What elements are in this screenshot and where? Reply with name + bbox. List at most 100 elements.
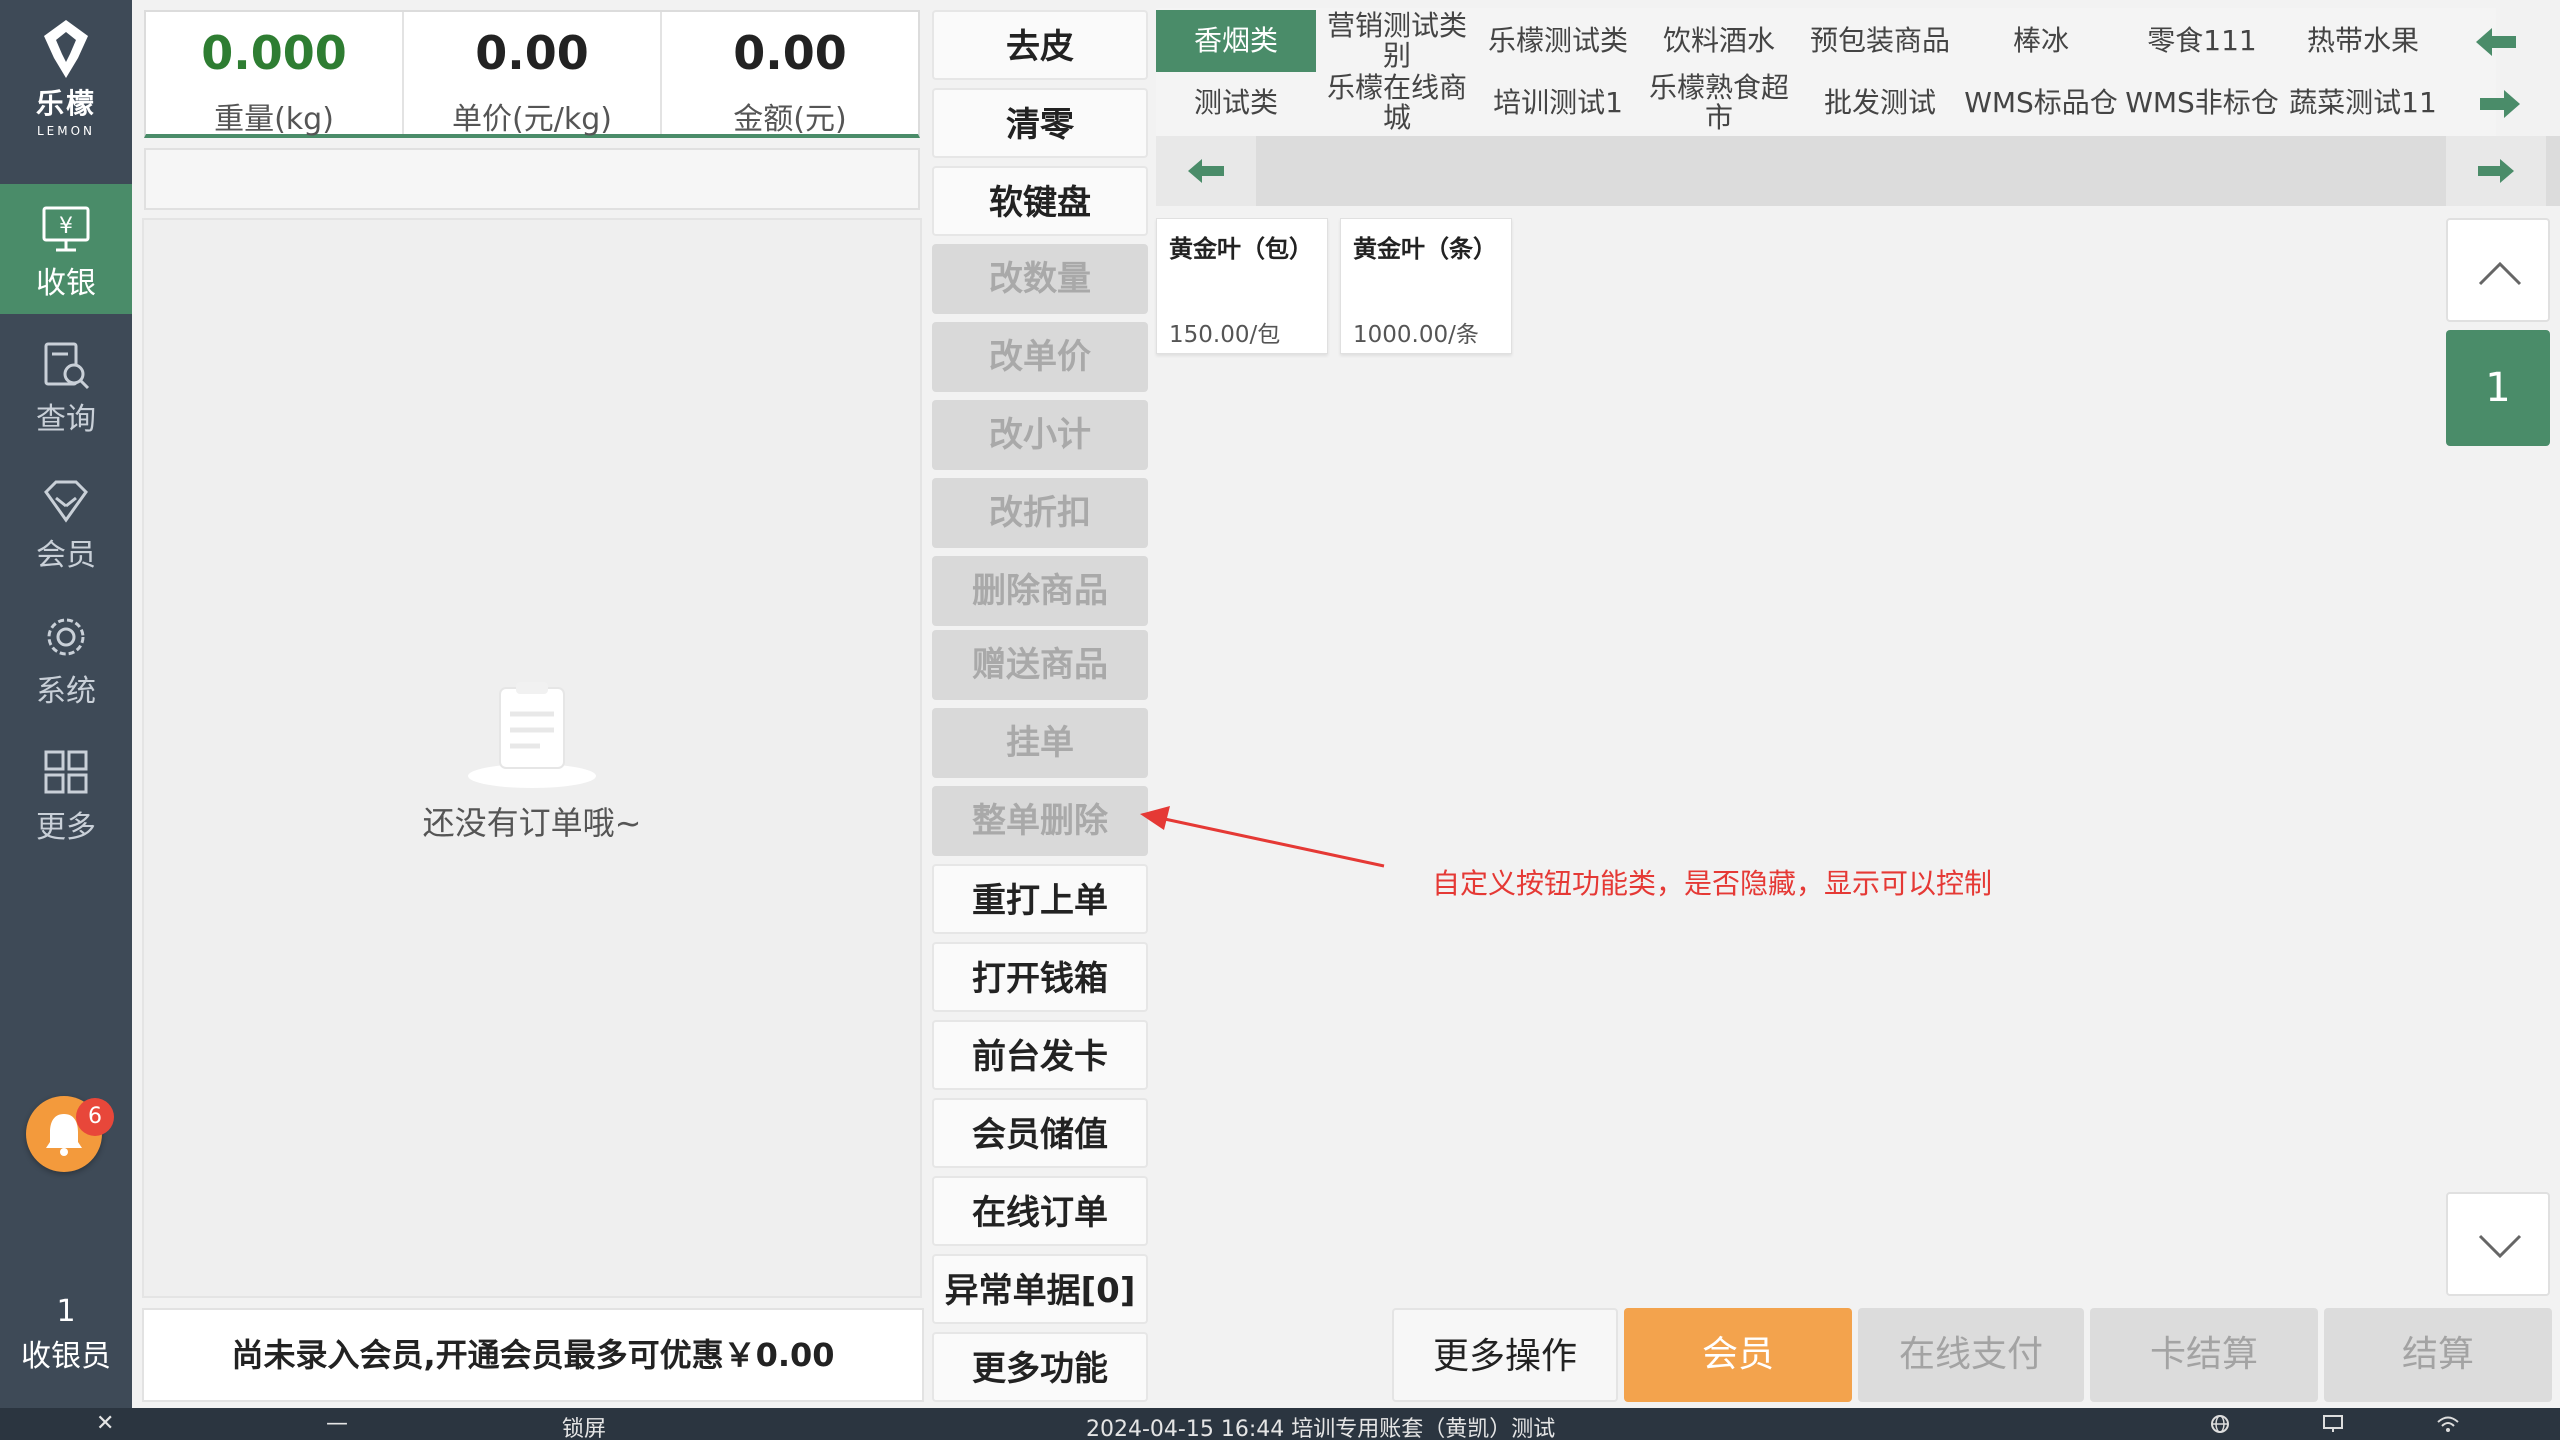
change-discount-button[interactable]: 改折扣	[932, 478, 1148, 548]
more-functions-button[interactable]: 更多功能	[932, 1332, 1148, 1402]
gear-icon	[47, 618, 85, 656]
category-tab[interactable]: 预包装商品	[1800, 10, 1960, 72]
subcategory-next-arrow-icon	[2478, 159, 2514, 183]
weight-label: 重量(kg)	[214, 102, 334, 137]
settle-button[interactable]: 结算	[2324, 1308, 2552, 1402]
category-tab[interactable]: 培训测试1	[1478, 72, 1638, 134]
unit-price-value: 0.00	[475, 26, 589, 80]
online-orders-button[interactable]: 在线订单	[932, 1176, 1148, 1246]
soft-keyboard-button[interactable]: 软键盘	[932, 166, 1148, 236]
current-page: 1	[2446, 330, 2550, 446]
nav-query[interactable]: 查询	[0, 320, 132, 450]
category-tab[interactable]: 测试类	[1156, 72, 1316, 134]
category-prev-arrow-icon[interactable]	[2470, 14, 2526, 70]
subcategory-next-button[interactable]	[2446, 136, 2546, 206]
cashier-info: 1 收银员	[0, 1294, 132, 1375]
category-tab[interactable]: WMS标品仓	[1961, 72, 2121, 134]
category-tab[interactable]: 蔬菜测试11	[2283, 72, 2443, 134]
globe-icon	[2211, 1415, 2229, 1433]
scale-panel: 0.000 重量(kg) 0.00 单价(元/kg) 0.00 金额(元)	[144, 10, 920, 138]
nav-member[interactable]: 会员	[0, 456, 132, 586]
subcategory-prev-button[interactable]	[1156, 136, 1256, 206]
gift-item-button[interactable]: 赠送商品	[932, 630, 1148, 700]
logo-subtitle: LEMON	[36, 124, 96, 138]
category-tab[interactable]: 香烟类	[1156, 10, 1316, 72]
change-subtotal-button[interactable]: 改小计	[932, 400, 1148, 470]
category-tab[interactable]: 营销测试类别	[1317, 10, 1477, 72]
category-tab[interactable]: 批发测试	[1800, 72, 1960, 134]
cashier-number: 1	[56, 1294, 76, 1329]
monitor-icon	[2323, 1415, 2343, 1432]
tare-button[interactable]: 去皮	[932, 10, 1148, 80]
notification-badge: 6	[76, 1098, 114, 1136]
category-tab[interactable]: 乐檬在线商城	[1317, 72, 1477, 134]
page-up-button[interactable]	[2446, 218, 2550, 322]
unit-price-label: 单价(元/kg)	[452, 102, 612, 137]
nav-query-label: 查询	[36, 402, 96, 437]
query-icon	[44, 342, 90, 390]
member-recharge-button[interactable]: 会员储值	[932, 1098, 1148, 1168]
minimize-icon[interactable]: —	[326, 1411, 348, 1436]
empty-order-icon	[468, 682, 596, 788]
delete-item-button[interactable]: 删除商品	[932, 556, 1148, 626]
weight-cell: 0.000 重量(kg)	[146, 12, 404, 137]
subcategory-bar	[1156, 136, 2560, 206]
cashier-icon: ¥	[42, 206, 90, 252]
category-tab[interactable]: 零食111	[2122, 10, 2282, 72]
grid-icon	[44, 750, 88, 794]
nav-more[interactable]: 更多	[0, 728, 132, 858]
change-unit-price-button[interactable]: 改单价	[932, 322, 1148, 392]
member-tip-bar[interactable]: 尚未录入会员,开通会员最多可优惠￥0.00	[142, 1308, 924, 1402]
status-bar: ✕ — 锁屏 2024-04-15 16:44 培训专用账套（黄凯）测试	[0, 1408, 2560, 1440]
wifi-icon	[2437, 1416, 2459, 1432]
cashier-label: 收银员	[21, 1339, 111, 1374]
hold-order-button[interactable]: 挂单	[932, 708, 1148, 778]
product-price: 150.00/包	[1169, 322, 1281, 348]
category-next-arrow-icon[interactable]	[2470, 76, 2526, 132]
exception-docs-button[interactable]: 异常单据[0]	[932, 1254, 1148, 1324]
lock-screen-button[interactable]: 锁屏	[562, 1411, 606, 1440]
reprint-last-button[interactable]: 重打上单	[932, 864, 1148, 934]
more-actions-button[interactable]: 更多操作	[1392, 1308, 1618, 1402]
zero-button[interactable]: 清零	[932, 88, 1148, 158]
nav-cashier[interactable]: ¥ 收银	[0, 184, 132, 314]
status-info: 2024-04-15 16:44 培训专用账套（黄凯）测试	[1086, 1417, 1556, 1440]
nav-system[interactable]: 系统	[0, 592, 132, 722]
issue-card-button[interactable]: 前台发卡	[932, 1020, 1148, 1090]
chevron-down-icon	[2478, 1234, 2522, 1259]
online-pay-button[interactable]: 在线支付	[1858, 1308, 2084, 1402]
category-tab[interactable]: WMS非标仓	[2122, 72, 2282, 134]
barcode-input[interactable]	[146, 150, 918, 208]
empty-order-text: 还没有订单哦~	[422, 804, 642, 842]
unit-price-cell: 0.00 单价(元/kg)	[404, 12, 662, 137]
category-tab[interactable]: 乐檬熟食超市	[1639, 72, 1799, 134]
category-tab[interactable]: 饮料酒水	[1639, 10, 1799, 72]
card-settle-button[interactable]: 卡结算	[2090, 1308, 2318, 1402]
category-bar: 香烟类 营销测试类别 乐檬测试类 饮料酒水 预包装商品 棒冰 零食111 热带水…	[1156, 8, 2496, 136]
weight-value: 0.000	[201, 26, 347, 80]
close-icon[interactable]: ✕	[96, 1411, 114, 1436]
category-tab[interactable]: 乐檬测试类	[1478, 10, 1638, 72]
product-card[interactable]: 黄金叶（包） 150.00/包	[1156, 218, 1328, 354]
member-button[interactable]: 会员	[1624, 1308, 1852, 1402]
logo-name: 乐檬	[35, 87, 96, 120]
sidebar: 乐檬 LEMON ¥ 收银 查询 会员 系统 更多 6 1 收银员	[0, 0, 132, 1408]
category-tab[interactable]: 热带水果	[2283, 10, 2443, 72]
subcategory-prev-arrow-icon	[1188, 159, 1224, 183]
app-logo: 乐檬 LEMON	[0, 18, 132, 148]
nav-cashier-label: 收银	[36, 266, 96, 301]
lemon-logo-icon	[44, 20, 88, 78]
member-diamond-icon	[44, 480, 88, 523]
svg-text:¥: ¥	[59, 214, 73, 239]
chevron-up-icon	[2478, 261, 2522, 286]
open-cash-drawer-button[interactable]: 打开钱箱	[932, 942, 1148, 1012]
change-quantity-button[interactable]: 改数量	[932, 244, 1148, 314]
nav-system-label: 系统	[36, 674, 96, 709]
category-tab[interactable]: 棒冰	[1961, 10, 2121, 72]
amount-label: 金额(元)	[733, 102, 847, 137]
barcode-input-box	[144, 148, 920, 210]
page-down-button[interactable]	[2446, 1192, 2550, 1296]
product-card[interactable]: 黄金叶（条） 1000.00/条	[1340, 218, 1512, 354]
order-list: 还没有订单哦~	[142, 218, 922, 1298]
delete-order-button[interactable]: 整单删除	[932, 786, 1148, 856]
